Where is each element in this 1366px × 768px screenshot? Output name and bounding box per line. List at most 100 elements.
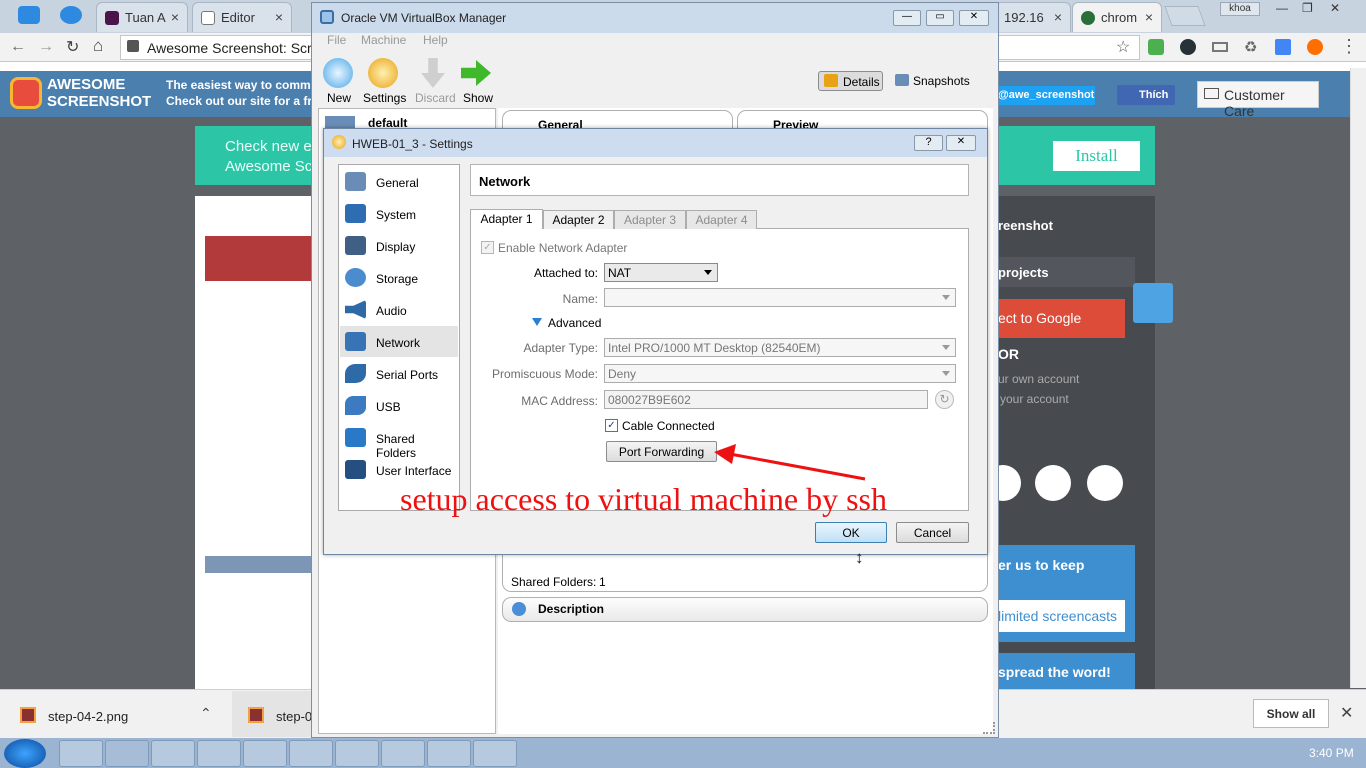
category-storage[interactable]: Storage [340,262,458,293]
tab-adapter-2[interactable]: Adapter 2 [543,210,614,229]
vscode-task[interactable] [381,740,425,767]
tab-adapter-3[interactable]: Adapter 3 [614,210,686,229]
promiscuous-select[interactable]: Deny [604,364,956,383]
show-all-button[interactable]: Show all [1253,699,1329,728]
window-controls: — ❐ ✕ [1272,0,1362,18]
category-usb[interactable]: USB [340,390,458,421]
reload-icon[interactable]: ↻ [66,37,79,57]
mac-address-field[interactable]: 080027B9E602 [604,390,928,409]
ok-button[interactable]: OK [815,522,887,543]
task-button[interactable] [289,740,333,767]
category-network[interactable]: Network [340,326,458,357]
forward-icon[interactable]: → [38,38,54,56]
close-button[interactable]: ✕ [959,10,989,26]
maximize-button[interactable]: ▭ [926,10,954,26]
thumbnail-header [205,236,315,281]
translate-icon[interactable] [1275,39,1291,55]
category-system[interactable]: System [340,198,458,229]
chrome-task[interactable] [243,740,287,767]
category-shared-folders[interactable]: Shared Folders [340,422,458,460]
recycle-extension-icon[interactable]: ♻ [1244,38,1257,56]
settings-icon[interactable] [368,58,398,88]
tab-adapter-1[interactable]: Adapter 1 [470,209,543,229]
minimize-button[interactable]: — [1276,1,1288,15]
tab-close-icon[interactable]: × [1054,9,1062,25]
connect-google-button[interactable]: ect to Google [990,299,1125,338]
print-icon[interactable] [1087,465,1123,501]
thumbnail-taskbar [205,556,315,573]
unlimited-button[interactable]: limited screencasts [990,600,1125,632]
messenger-tab-icon[interactable] [60,6,82,24]
advanced-toggle[interactable]: Advanced [548,316,601,330]
download-item[interactable]: step-0 [276,709,312,724]
install-button[interactable]: Install [1053,141,1140,171]
show-button[interactable]: Show [463,91,493,105]
back-icon[interactable]: ← [10,38,26,56]
new-button[interactable]: New [327,91,351,105]
clock[interactable]: 3:40 PM [1309,746,1354,760]
explorer-task[interactable] [151,740,195,767]
tab-close-icon[interactable]: × [275,9,283,25]
settings-button[interactable]: Settings [363,91,406,105]
task-button[interactable] [105,740,149,767]
virtualbox-task[interactable] [59,740,103,767]
category-general[interactable]: General [340,166,458,197]
category-audio[interactable]: Audio [340,294,458,325]
dialog-close-button[interactable]: ✕ [946,135,976,151]
resize-grip[interactable] [983,722,995,734]
maximize-button[interactable]: ❐ [1302,1,1313,15]
adapter-type-select[interactable]: Intel PRO/1000 MT Desktop (82540EM) [604,338,956,357]
task-button[interactable] [335,740,379,767]
new-tab-button[interactable] [1164,6,1206,26]
firefox-task[interactable] [197,740,241,767]
category-display[interactable]: Display [340,230,458,261]
tab-close-icon[interactable]: × [1145,9,1153,25]
close-downloads-icon[interactable]: ✕ [1340,703,1353,723]
start-button[interactable] [4,739,46,768]
sublime-task[interactable] [427,740,471,767]
twitter-follow-button[interactable]: @awe_screenshot [996,86,1095,105]
page-scrollbar[interactable] [1350,68,1366,688]
close-button[interactable]: ✕ [1330,1,1340,15]
doc-icon [201,11,215,25]
extension-icon[interactable] [1148,39,1164,55]
attached-to-select[interactable]: NAT [604,263,718,282]
name-select[interactable] [604,288,956,307]
awesome-tagline: The easiest way to commu Check out our si… [166,78,326,108]
menu-help[interactable]: Help [423,33,448,47]
facebook-like-button[interactable]: Thích [1117,85,1175,105]
cancel-button[interactable]: Cancel [896,522,969,543]
copy-icon[interactable] [1035,465,1071,501]
browser-tab[interactable]: 192.16 × [995,2,1071,32]
browser-tab-active[interactable]: chrom × [1072,2,1162,32]
browser-tab[interactable]: Tuan A × [96,2,188,32]
cable-connected-checkbox[interactable]: ✓ [605,419,618,432]
system-tray[interactable] [1090,745,1295,761]
feedback-icon[interactable] [1133,283,1173,323]
tab-adapter-4[interactable]: Adapter 4 [686,210,757,229]
bookmark-star-icon[interactable]: ☆ [1116,37,1130,57]
minimize-button[interactable]: — [893,10,921,26]
download-item[interactable]: step-04-2.png [48,709,128,724]
help-button[interactable]: ? [914,135,943,151]
opera-task[interactable] [473,740,517,767]
menu-file[interactable]: File [327,33,346,47]
extension-icon[interactable] [1307,39,1323,55]
extension-icon[interactable] [1180,39,1196,55]
serial-ports-icon [345,364,366,383]
category-serial-ports[interactable]: Serial Ports [340,358,458,389]
home-icon[interactable]: ⌂ [93,36,103,56]
refresh-mac-icon[interactable]: ↻ [935,390,954,409]
chevron-up-icon[interactable]: ⌃ [200,705,212,722]
enable-adapter-checkbox[interactable]: ✓ [481,241,494,254]
menu-machine[interactable]: Machine [361,33,406,47]
snapshots-button[interactable]: Snapshots [913,74,970,88]
extension-icon[interactable] [1212,42,1228,52]
profile-badge[interactable]: khoa [1220,2,1260,16]
tab-close-icon[interactable]: × [171,9,179,25]
zalo-tab-icon[interactable] [18,6,40,24]
chevron-down-icon[interactable] [532,318,542,326]
browser-tab[interactable]: Editor × [192,2,292,32]
new-icon[interactable] [323,58,353,88]
menu-icon[interactable]: ⋮ [1340,36,1358,57]
